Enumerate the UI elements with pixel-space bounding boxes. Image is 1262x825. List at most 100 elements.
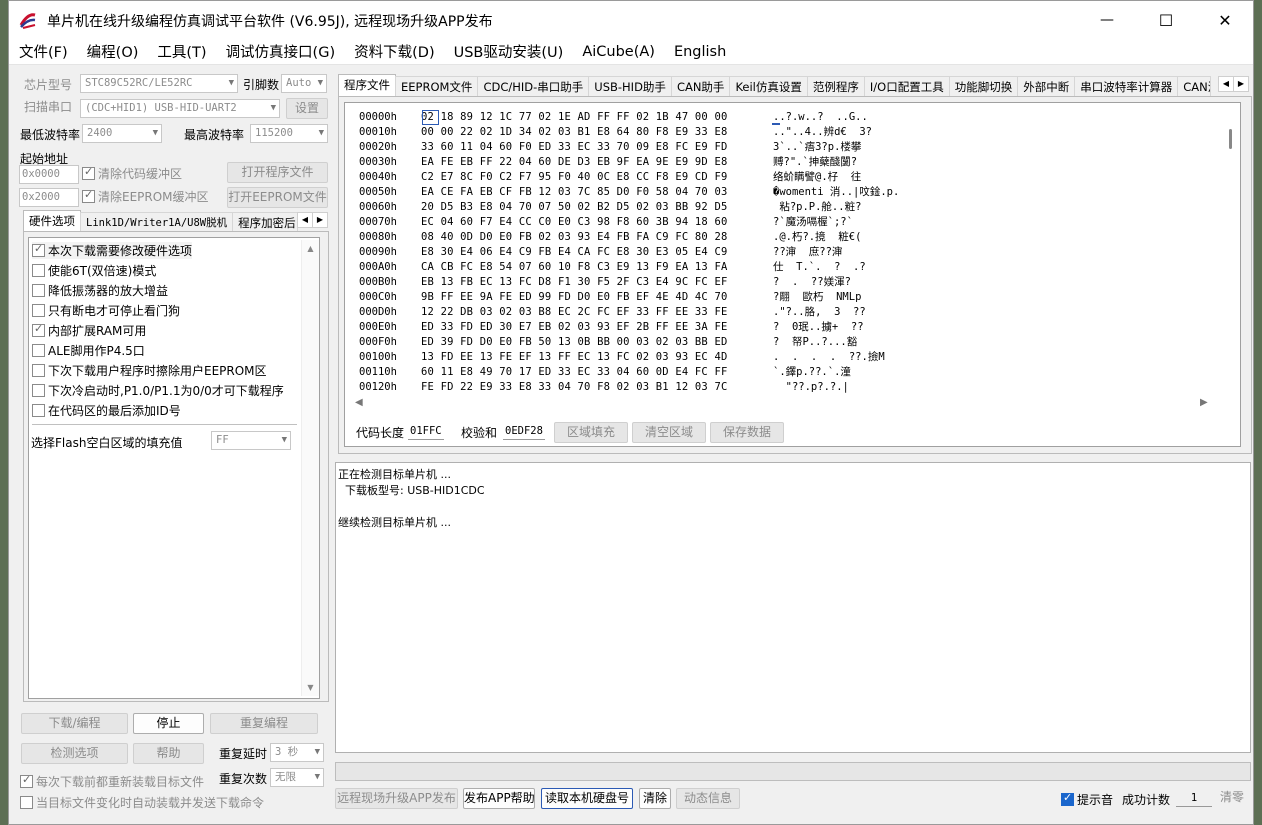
hardware-option-checkbox[interactable]: 只有断电才可停止看门狗 — [32, 302, 180, 319]
max-baud-select[interactable]: 115200 ▼ — [250, 124, 328, 143]
scroll-down-icon[interactable]: ▼ — [302, 683, 319, 692]
hardware-option-checkbox[interactable]: ALE脚用作P4.5口 — [32, 342, 145, 359]
tab-eeprom-file[interactable]: EEPROM文件 — [395, 76, 479, 96]
pin-count-select[interactable]: Auto ▼ — [281, 74, 327, 93]
tab-io-config[interactable]: I/O口配置工具 — [863, 76, 950, 96]
menu-aicube[interactable]: AiCube(A) — [582, 44, 655, 60]
hex-scroll-left-icon[interactable]: ◀ — [355, 397, 363, 408]
detect-options-button[interactable]: 检测选项 — [21, 743, 128, 764]
tab-pin-switch[interactable]: 功能脚切换 — [948, 76, 1019, 96]
menu-english[interactable]: English — [674, 44, 726, 60]
hardware-option-checkbox[interactable]: 下次冷启动时,P1.0/P1.1为0/0才可下载程序 — [32, 382, 284, 399]
fill-area-button[interactable]: 区域填充 — [554, 422, 628, 443]
repeat-count-select[interactable]: 无限 ▼ — [270, 768, 324, 787]
hex-row-ascii[interactable]: 粘?p.P.舱..粧? — [773, 200, 861, 215]
tab-can-helper[interactable]: CAN助手 — [670, 76, 731, 96]
hex-row-bytes[interactable]: 08 40 0D D0 E0 FB 02 03 93 E4 FB FA C9 F… — [421, 230, 728, 245]
hex-scroll-right-icon[interactable]: ▶ — [1200, 397, 1208, 408]
repeat-program-button[interactable]: 重复编程 — [210, 713, 318, 734]
hex-vscroll-thumb[interactable] — [1229, 129, 1232, 149]
hex-row-bytes[interactable]: CA CB FC E8 54 07 60 10 F8 C3 E9 13 F9 E… — [421, 260, 728, 275]
serial-port-select[interactable]: (CDC+HID1) USB-HID-UART2 ▼ — [80, 99, 280, 118]
hardware-option-checkbox[interactable]: 降低振荡器的放大增益 — [32, 282, 168, 299]
output-log[interactable]: 正在检测目标单片机 ... 下载板型号: USB-HID1CDC 继续检测目标单… — [335, 462, 1251, 753]
hex-row-ascii[interactable]: ?`魔汤嗝楃`;?` — [773, 215, 853, 230]
tab-serial-helper[interactable]: CDC/HID-串口助手 — [477, 76, 590, 96]
hex-row-ascii[interactable]: ? 0珉..擄+ ?? — [773, 320, 864, 335]
hex-row-bytes[interactable]: ED 33 FD ED 30 E7 EB 02 03 93 EF 2B FF E… — [421, 320, 728, 335]
hex-row-ascii[interactable]: ? . ??媄渾? — [773, 275, 851, 290]
tab-scroll-right-icon[interactable]: ▶ — [1233, 76, 1249, 92]
auto-load-checkbox[interactable]: 当目标文件变化时自动装载并发送下载命令 — [20, 794, 264, 811]
hex-row-bytes[interactable]: C2 E7 8C F0 C2 F7 95 F0 40 0C E8 CC F8 E… — [421, 170, 728, 185]
hex-row-ascii[interactable]: ? 帑P..?...豁 — [773, 335, 857, 350]
tab-scroll-right-icon[interactable]: ▶ — [312, 212, 328, 228]
stop-button[interactable]: 停止 — [133, 713, 204, 734]
hex-row-bytes[interactable]: 12 22 DB 03 02 03 B8 EC 2C FC EF 33 FF E… — [421, 305, 728, 320]
reset-count-button[interactable]: 清零 — [1216, 788, 1248, 809]
hex-row-ascii[interactable]: ..?.w..? ..G.. — [773, 110, 868, 125]
hardware-option-checkbox[interactable]: 使能6T(双倍速)模式 — [32, 262, 156, 279]
tab-can-baud[interactable]: CAN波 — [1177, 76, 1212, 96]
hex-row-bytes[interactable]: 13 FD EE 13 FE EF 13 FF EC 13 FC 02 03 9… — [421, 350, 728, 365]
tab-program-file[interactable]: 程序文件 — [338, 74, 396, 96]
help-button[interactable]: 帮助 — [133, 743, 204, 764]
open-program-file-button[interactable]: 打开程序文件 — [227, 162, 328, 183]
hex-row-ascii[interactable]: ??渖 庶??渖 — [773, 245, 842, 260]
hardware-option-checkbox[interactable]: 内部扩展RAM可用 — [32, 322, 146, 339]
hex-row-bytes[interactable]: 20 D5 B3 E8 04 70 07 50 02 B2 D5 02 03 B… — [421, 200, 728, 215]
clear-log-button[interactable]: 清除 — [639, 788, 671, 809]
options-scrollbar[interactable]: ▲ ▼ — [301, 240, 319, 696]
hex-row-ascii[interactable]: `.鐸p.??.`.潼 — [773, 365, 851, 380]
hex-row-bytes[interactable]: EA FE EB FF 22 04 60 DE D3 EB 9F EA 9E E… — [421, 155, 728, 170]
remote-upgrade-publish-button[interactable]: 远程现场升级APP发布 — [335, 788, 458, 809]
hex-row-bytes[interactable]: 02 18 89 12 1C 77 02 1E AD FF FF 02 1B 4… — [421, 110, 728, 125]
hex-row-ascii[interactable]: .."..4..辨d€ 3? — [773, 125, 872, 140]
tab-scroll-left-icon[interactable]: ◀ — [297, 212, 313, 228]
tab-offline-writer[interactable]: Link1D/Writer1A/U8W脱机 — [80, 212, 234, 232]
tab-usb-hid-helper[interactable]: USB-HID助手 — [588, 76, 672, 96]
hex-row-ascii[interactable]: 仕 T.`. ? .? — [773, 260, 866, 275]
hex-row-bytes[interactable]: EC 04 60 F7 E4 CC C0 E0 C3 98 F8 60 3B 9… — [421, 215, 728, 230]
code-start-address-input[interactable]: 0x0000 — [19, 165, 79, 184]
menu-downloads[interactable]: 资料下载(D) — [354, 41, 434, 62]
min-baud-select[interactable]: 2400 ▼ — [82, 124, 162, 143]
hex-row-ascii[interactable]: �womenti 消..|呅鍂.p. — [773, 185, 899, 200]
hex-row-bytes[interactable]: ED 39 FD D0 E0 FB 50 13 0B BB 00 03 02 0… — [421, 335, 728, 350]
hex-row-bytes[interactable]: EB 13 FB EC 13 FC D8 F1 30 F5 2F C3 E4 9… — [421, 275, 728, 290]
tab-external-interrupt[interactable]: 外部中断 — [1017, 76, 1076, 96]
save-data-button[interactable]: 保存数据 — [710, 422, 784, 443]
hex-view[interactable]: 00000h 02 18 89 12 1C 77 02 1E AD FF FF 0… — [344, 102, 1241, 447]
tab-examples[interactable]: 范例程序 — [806, 76, 865, 96]
hardware-option-checkbox[interactable]: 在代码区的最后添加ID号 — [32, 402, 181, 419]
tab-encrypt[interactable]: 程序加密后 — [232, 212, 299, 232]
download-program-button[interactable]: 下载/编程 — [21, 713, 128, 734]
port-settings-button[interactable]: 设置 — [286, 98, 328, 119]
tab-hardware-options[interactable]: 硬件选项 — [23, 210, 81, 232]
tab-baud-calculator[interactable]: 串口波特率计算器 — [1074, 76, 1179, 96]
menu-file[interactable]: 文件(F) — [19, 41, 68, 62]
reload-before-download-checkbox[interactable]: 每次下载前都重新装载目标文件 — [20, 773, 204, 790]
hex-row-ascii[interactable]: 赙?".`抻蘖醆闅? — [773, 155, 857, 170]
chip-model-select[interactable]: STC89C52RC/LE52RC ▼ — [80, 74, 238, 93]
hex-row-ascii[interactable]: "??.p?.?.| — [773, 380, 849, 395]
menu-debug-interface[interactable]: 调试仿真接口(G) — [226, 41, 336, 62]
hex-row-bytes[interactable]: 9B FF EE 9A FE ED 99 FD D0 E0 FB EF 4E 4… — [421, 290, 728, 305]
flash-fill-select[interactable]: FF ▼ — [211, 431, 291, 450]
minimize-button[interactable]: — — [1078, 1, 1136, 39]
hex-row-ascii[interactable]: 络蚧瞒譬@.杍 往 — [773, 170, 861, 185]
hex-row-bytes[interactable]: 60 11 E8 49 70 17 ED 33 EC 33 04 60 0D E… — [421, 365, 728, 380]
hardware-option-checkbox[interactable]: 下次下载用户程序时擦除用户EEPROM区 — [32, 362, 267, 379]
repeat-delay-select[interactable]: 3 秒 ▼ — [270, 743, 324, 762]
hardware-option-checkbox[interactable]: 本次下载需要修改硬件选项 — [32, 242, 193, 259]
hex-row-ascii[interactable]: ."?..胳, 3 ?? — [773, 305, 866, 320]
clear-area-button[interactable]: 清空区域 — [632, 422, 706, 443]
publish-app-help-button[interactable]: 发布APP帮助 — [463, 788, 535, 809]
hex-row-bytes[interactable]: 33 60 11 04 60 F0 ED 33 EC 33 70 09 E8 F… — [421, 140, 728, 155]
menu-program[interactable]: 编程(O) — [87, 41, 139, 62]
hex-row-ascii[interactable]: ?翢 歐朽 NMLp — [773, 290, 861, 305]
scan-port-button[interactable]: 扫描串口 — [21, 98, 75, 119]
clear-code-buffer-checkbox[interactable]: 清除代码缓冲区 — [82, 165, 182, 182]
hex-row-bytes[interactable]: 00 00 22 02 1D 34 02 03 B1 E8 64 80 F8 E… — [421, 125, 728, 140]
maximize-button[interactable]: ☐ — [1137, 1, 1195, 39]
